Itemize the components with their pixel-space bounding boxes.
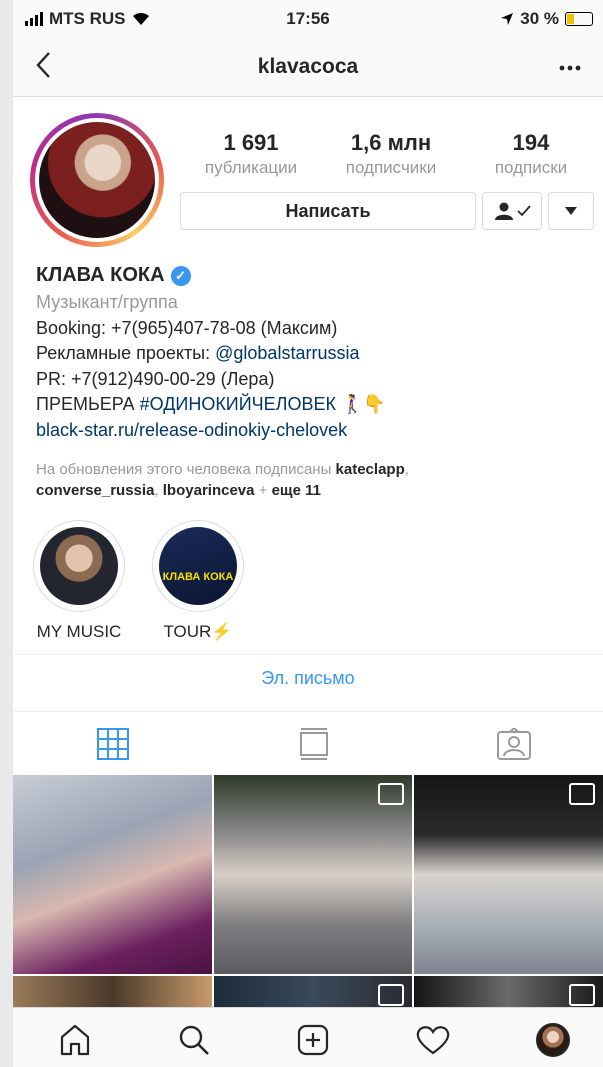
- video-icon: [378, 783, 404, 805]
- highlight-cover: [40, 527, 118, 605]
- heart-icon: [416, 1026, 450, 1055]
- profile-stats: 1 691 публикации 1,6 млн подписчики 194 …: [181, 130, 601, 178]
- follower-username: kateclapp: [335, 461, 405, 478]
- profile-username: klavacoca: [257, 55, 359, 78]
- tab-home[interactable]: [55, 1020, 95, 1060]
- status-bar: MTS RUS 17:56 30 %: [13, 0, 603, 38]
- stat-value: 1 691: [223, 130, 279, 155]
- post-thumbnail[interactable]: [13, 775, 212, 974]
- battery-percent: 30 %: [520, 9, 559, 28]
- profile-full-name: КЛАВА КОКА: [36, 264, 165, 287]
- stat-value: 194: [512, 130, 550, 155]
- highlight-cover-text: КЛАВА КОКА: [162, 571, 234, 583]
- post-thumbnail[interactable]: [214, 976, 412, 1007]
- followed-by-text[interactable]: На обновления этого человека подписаны k…: [36, 459, 596, 501]
- bio-pr-line: PR: +7(912)490-00-29 (Лера): [36, 368, 275, 389]
- carousel-icon: [569, 984, 595, 1006]
- follower-username: converse_russia: [36, 482, 155, 499]
- following-button[interactable]: [482, 192, 542, 230]
- bio-premiere-line: ПРЕМЬЕРА #ОДИНОКИЙЧЕЛОВЕК 🚶‍♀️👇: [36, 394, 386, 414]
- feed-icon: [300, 728, 328, 760]
- tab-feed[interactable]: [294, 724, 334, 764]
- grid-icon: [97, 728, 129, 760]
- profile-bio: КЛАВА КОКА ✓ Музыкант/группа Booking: +7…: [36, 262, 596, 443]
- follower-username: lboyarinceva: [162, 482, 255, 499]
- profile-avatar-icon: [536, 1023, 570, 1057]
- home-icon: [60, 1024, 90, 1056]
- emoji: 🚶‍♀️👇: [341, 394, 386, 414]
- lightning-icon: ⚡: [211, 622, 233, 641]
- more-icon: [559, 65, 581, 71]
- post-thumbnail[interactable]: [414, 976, 603, 1007]
- stat-posts[interactable]: 1 691 публикации: [181, 130, 321, 178]
- profile-header: klavacoca: [13, 38, 603, 97]
- tagged-user-icon: [497, 728, 531, 760]
- mention-link[interactable]: @globalstarrussia: [215, 343, 359, 363]
- search-icon: [179, 1025, 209, 1055]
- caret-down-icon: [565, 207, 577, 215]
- profile-view-tabs: [13, 712, 603, 774]
- highlight-label: MY MUSIC: [36, 622, 122, 641]
- website-link[interactable]: black-star.ru/release-odinokiy-chelovek: [36, 418, 596, 444]
- checkmark-icon: [516, 205, 531, 217]
- stat-following[interactable]: 194 подписки: [461, 130, 601, 178]
- profile-avatar[interactable]: [30, 113, 164, 247]
- tab-profile[interactable]: [533, 1020, 573, 1060]
- post-thumbnail[interactable]: [13, 976, 212, 1007]
- stat-label: подписчики: [345, 158, 437, 177]
- more-options-button[interactable]: [559, 48, 581, 79]
- message-button[interactable]: Написать: [180, 192, 476, 230]
- hashtag-link[interactable]: #ОДИНОКИЙЧЕЛОВЕК: [140, 394, 336, 414]
- stat-followers[interactable]: 1,6 млн подписчики: [321, 130, 461, 178]
- avatar-photo: [39, 122, 155, 238]
- highlight-tour[interactable]: КЛАВА КОКА TOUR⚡: [150, 520, 246, 642]
- bottom-tab-bar: [13, 1007, 603, 1067]
- divider: [13, 654, 603, 655]
- highlight-label: TOUR: [163, 622, 212, 641]
- tab-new-post[interactable]: [293, 1020, 333, 1060]
- post-thumbnail[interactable]: [214, 775, 412, 974]
- stat-value: 1,6 млн: [350, 130, 432, 155]
- highlight-cover: КЛАВА КОКА: [159, 527, 237, 605]
- video-icon: [378, 984, 404, 1006]
- post-thumbnail[interactable]: [414, 775, 603, 974]
- tab-grid[interactable]: [93, 724, 133, 764]
- tab-tagged[interactable]: [494, 724, 534, 764]
- followers-more: еще 11: [271, 482, 321, 499]
- email-button[interactable]: Эл. письмо: [13, 668, 603, 689]
- bio-ads-line: Рекламные проекты: @globalstarrussia: [36, 343, 360, 363]
- profile-screen: MTS RUS 17:56 30 % klavacoca 1 691 публи…: [13, 0, 603, 1067]
- stat-label: подписки: [494, 158, 568, 177]
- person-icon: [494, 202, 513, 220]
- bio-booking-line: Booking: +7(965)407-78-08 (Максим): [36, 317, 338, 338]
- carousel-icon: [569, 783, 595, 805]
- plus-square-icon: [297, 1024, 329, 1056]
- posts-grid: [13, 775, 603, 1007]
- location-arrow-icon: [501, 13, 514, 25]
- tab-activity[interactable]: [413, 1020, 453, 1060]
- profile-category: Музыкант/группа: [36, 292, 178, 312]
- highlight-my-music[interactable]: MY MUSIC: [31, 520, 127, 642]
- stat-label: публикации: [204, 158, 298, 177]
- tab-search[interactable]: [174, 1020, 214, 1060]
- verified-badge-icon: ✓: [170, 266, 191, 286]
- suggestions-dropdown-button[interactable]: [548, 192, 594, 230]
- battery-icon: [565, 12, 593, 26]
